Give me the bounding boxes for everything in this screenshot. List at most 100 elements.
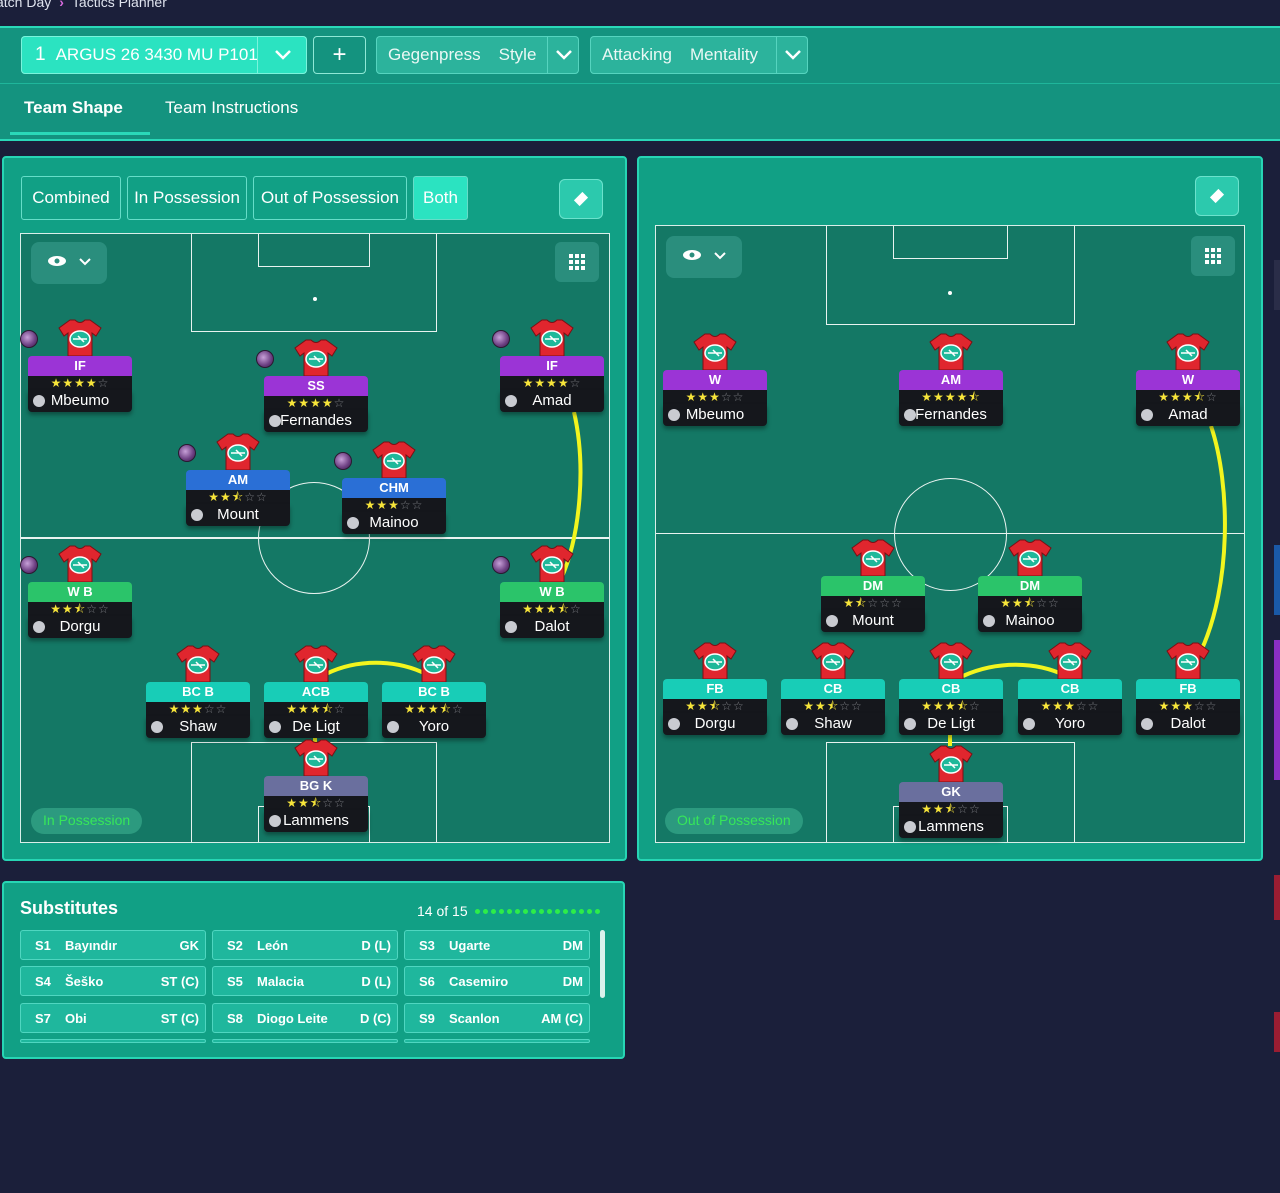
star-rating: ★★★⯪☆ <box>500 602 604 616</box>
player-name: Dorgu <box>663 713 767 735</box>
shirt-icon <box>294 738 338 778</box>
sub-slot: S2 <box>227 937 243 953</box>
person-icon <box>668 409 680 421</box>
player-card-shaw[interactable]: CB ★★⯪☆☆ Shaw <box>781 641 885 741</box>
player-card-mbeumo[interactable]: W ★★★☆☆ Mbeumo <box>663 332 767 432</box>
substitute-row[interactable] <box>20 1039 206 1043</box>
player-name-text: Amad <box>1168 406 1208 423</box>
progress-dot <box>587 909 592 914</box>
substitute-row[interactable] <box>212 1039 398 1043</box>
trait-orb-icon[interactable] <box>492 330 510 348</box>
add-tactic-button[interactable]: + <box>313 36 366 74</box>
trait-orb-icon[interactable] <box>492 556 510 574</box>
person-icon <box>668 718 680 730</box>
player-card-dorgu[interactable]: FB ★★⯪☆☆ Dorgu <box>663 641 767 741</box>
player-card-yoro[interactable]: CB ★★★☆☆ Yoro <box>1018 641 1122 741</box>
player-card-fernandes[interactable]: SS ★★★★☆ Fernandes <box>256 338 368 438</box>
breadcrumb-tactics-planner[interactable]: Tactics Planner <box>72 0 167 10</box>
player-card-lammens[interactable]: GK ★★⯪☆☆ Lammens <box>899 744 1003 844</box>
substitute-row[interactable]: S4 Šeško ST (C) <box>20 966 206 996</box>
player-name: Lammens <box>899 816 1003 838</box>
shirt-icon <box>811 641 855 681</box>
player-name: Amad <box>1136 404 1240 426</box>
eraser-icon[interactable] <box>1195 176 1239 216</box>
mode-combined-button[interactable]: Combined <box>21 176 121 220</box>
tactic-name: ARGUS 26 3430 MU P101 <box>55 45 258 64</box>
star-rating: ★★★☆☆ <box>342 498 446 512</box>
player-card-shaw[interactable]: BC B ★★★☆☆ Shaw <box>146 644 250 744</box>
player-card-dalot[interactable]: FB ★★★☆☆ Dalot <box>1136 641 1240 741</box>
trait-orb-icon[interactable] <box>334 452 352 470</box>
role-label: BG K <box>264 776 368 796</box>
player-card-fernandes[interactable]: AM ★★★★⯪ Fernandes <box>899 332 1003 432</box>
star-rating: ★★★☆☆ <box>1018 699 1122 713</box>
player-card-mount[interactable]: DM ★⯪☆☆☆ Mount <box>821 538 925 638</box>
player-card-dalot[interactable]: W B ★★★⯪☆ Dalot <box>492 544 604 644</box>
player-card-amad[interactable]: IF ★★★★☆ Amad <box>492 318 604 418</box>
substitute-row[interactable]: S6 Casemiro DM <box>404 966 590 996</box>
role-label: W B <box>500 582 604 602</box>
role-label: W B <box>28 582 132 602</box>
role-label: CB <box>1018 679 1122 699</box>
tab-team-shape[interactable]: Team Shape <box>24 98 123 118</box>
player-name-text: Dalot <box>534 618 570 635</box>
player-card-mbeumo[interactable]: IF ★★★★☆ Mbeumo <box>20 318 132 418</box>
person-icon <box>904 821 916 833</box>
substitute-row[interactable] <box>404 1039 590 1043</box>
player-name-text: Yoro <box>1054 715 1086 732</box>
player-card-mount[interactable]: AM ★★⯪☆☆ Mount <box>178 432 290 532</box>
chevron-down-icon[interactable] <box>776 36 808 74</box>
person-icon <box>1141 409 1153 421</box>
chevron-down-icon[interactable] <box>257 36 307 74</box>
player-name: Shaw <box>781 713 885 735</box>
mode-both-button[interactable]: Both <box>413 176 468 220</box>
player-card-de-ligt[interactable]: ACB ★★★⯪☆ De Ligt <box>264 644 368 744</box>
substitute-row[interactable]: S3 Ugarte DM <box>404 930 590 960</box>
trait-orb-icon[interactable] <box>256 350 274 368</box>
style-dropdown[interactable]: Gegenpress Style <box>376 36 579 74</box>
substitutes-scrollbar[interactable] <box>600 930 605 998</box>
player-name: Mainoo <box>978 610 1082 632</box>
substitute-row[interactable]: S7 Obi ST (C) <box>20 1003 206 1033</box>
player-name-text: De Ligt <box>292 718 340 735</box>
chevron-down-icon[interactable] <box>547 36 579 74</box>
eraser-icon[interactable] <box>559 179 603 219</box>
person-icon <box>269 415 281 427</box>
player-name: Yoro <box>1018 713 1122 735</box>
progress-dot <box>555 909 560 914</box>
tab-team-instructions[interactable]: Team Instructions <box>165 98 298 118</box>
sub-position: DM <box>562 973 583 989</box>
substitute-row[interactable]: S5 Malacia D (L) <box>212 966 398 996</box>
player-card-mainoo[interactable]: DM ★★⯪☆☆ Mainoo <box>978 538 1082 638</box>
trait-orb-icon[interactable] <box>178 444 196 462</box>
sub-position: AM (C) <box>541 1010 583 1026</box>
person-icon <box>904 409 916 421</box>
tactic-select[interactable]: 1 ARGUS 26 3430 MU P101 <box>21 36 307 74</box>
player-name-text: Shaw <box>814 715 852 732</box>
player-card-dorgu[interactable]: W B ★★⯪☆☆ Dorgu <box>20 544 132 644</box>
substitute-row[interactable]: S2 León D (L) <box>212 930 398 960</box>
sub-slot: S5 <box>227 973 243 989</box>
person-icon <box>151 721 163 733</box>
player-card-mainoo[interactable]: CHM ★★★☆☆ Mainoo <box>334 440 446 540</box>
mode-in-possession-button[interactable]: In Possession <box>127 176 247 220</box>
mentality-label: Mentality <box>689 45 758 64</box>
mentality-dropdown[interactable]: Attacking Mentality <box>590 36 808 74</box>
trait-orb-icon[interactable] <box>20 330 38 348</box>
substitute-row[interactable]: S9 Scanlon AM (C) <box>404 1003 590 1033</box>
trait-orb-icon[interactable] <box>20 556 38 574</box>
player-card-lammens[interactable]: BG K ★★⯪☆☆ Lammens <box>264 738 368 838</box>
role-label: FB <box>663 679 767 699</box>
player-card-amad[interactable]: W ★★★⯪☆ Amad <box>1136 332 1240 432</box>
player-card-yoro[interactable]: BC B ★★★⯪☆ Yoro <box>382 644 486 744</box>
substitute-row[interactable]: S8 Diogo Leite D (C) <box>212 1003 398 1033</box>
mode-out-of-possession-button[interactable]: Out of Possession <box>253 176 407 220</box>
star-rating: ★★⯪☆☆ <box>899 802 1003 816</box>
sub-position: DM <box>562 937 583 953</box>
sub-slot: S4 <box>35 973 51 989</box>
person-icon <box>387 721 399 733</box>
shirt-icon <box>530 544 574 584</box>
player-card-de-ligt[interactable]: CB ★★★⯪☆ De Ligt <box>899 641 1003 741</box>
breadcrumb-match-day[interactable]: atch Day <box>0 0 51 10</box>
substitute-row[interactable]: S1 Bayındır GK <box>20 930 206 960</box>
